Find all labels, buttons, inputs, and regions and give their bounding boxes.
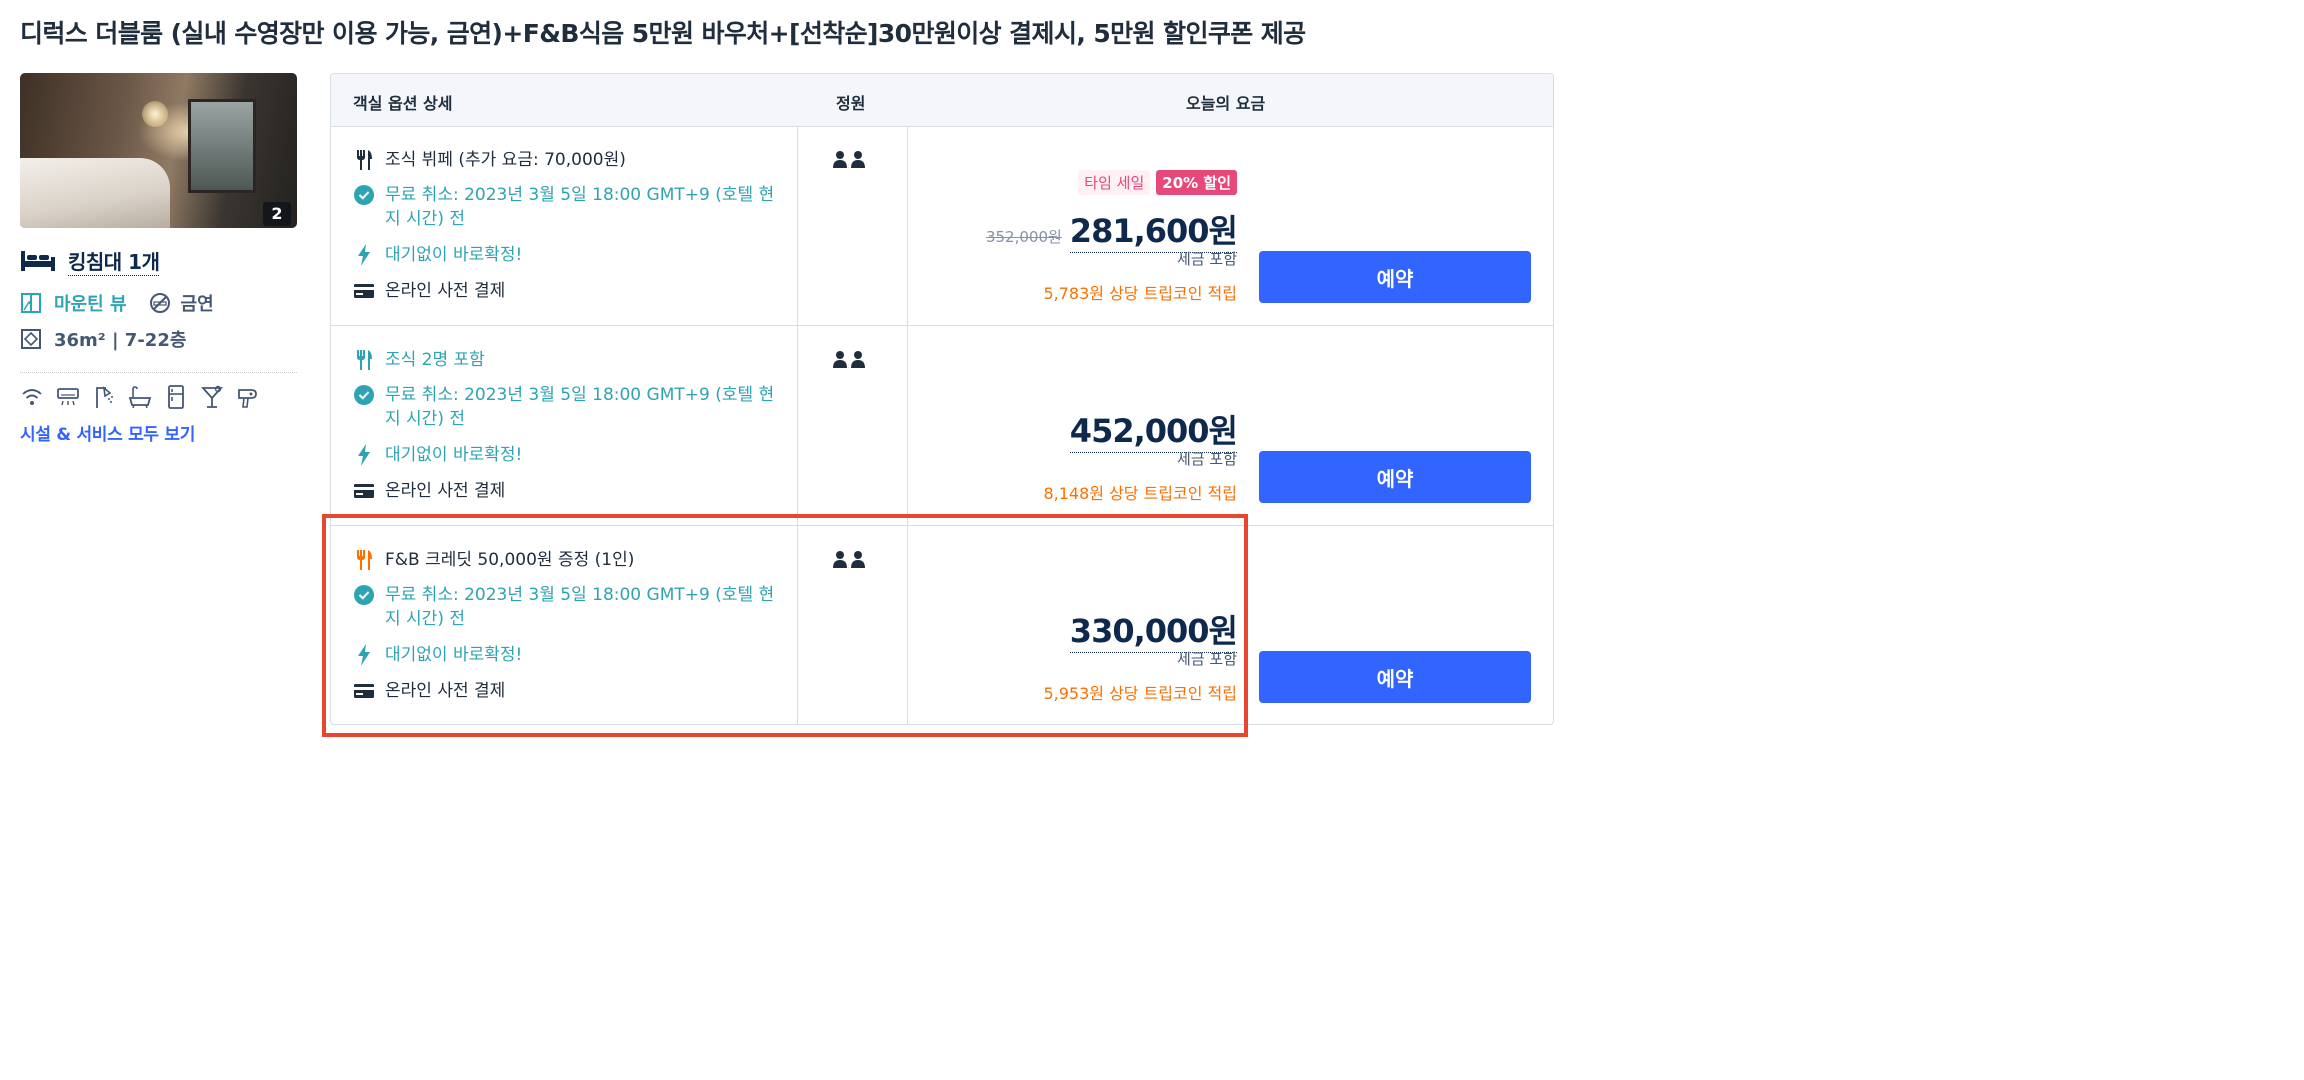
fridge-icon	[168, 385, 184, 409]
hairdryer-icon	[238, 389, 257, 408]
person-icon	[833, 351, 847, 368]
cancellation-policy[interactable]: 무료 취소: 2023년 3월 5일 18:00 GMT+9 (호텔 현지 시간…	[385, 583, 775, 631]
time-sale-tag: 타임 세일	[1078, 170, 1151, 195]
instant-confirm: 대기없이 바로확정!	[385, 645, 523, 665]
meal-option: F&B 크레딧 50,000원 증정 (1인)	[385, 550, 635, 570]
person-icon	[833, 151, 847, 168]
instant-confirm: 대기없이 바로확정!	[385, 445, 523, 465]
minibar-icon	[200, 385, 224, 408]
person-icon	[833, 551, 847, 568]
header-price: 오늘의 요금	[1186, 94, 1266, 113]
amenity-icons	[20, 384, 260, 410]
no-smoking-icon	[149, 293, 170, 313]
rate-table: 객실 옵션 상세 정원 오늘의 요금 조식 뷔페 (추가 요금: 70,000원…	[330, 73, 1554, 725]
shower-icon	[96, 386, 113, 408]
header-options: 객실 옵션 상세	[353, 94, 453, 113]
meal-option: 조식 2명 포함	[385, 350, 485, 370]
tax-note: 세금 포함	[1177, 250, 1237, 268]
bed-type-link[interactable]: 킹침대 1개	[68, 246, 160, 276]
check-circle-icon	[354, 585, 374, 605]
room-photo[interactable]: 2	[20, 73, 297, 228]
smoking-label: 금연	[180, 294, 214, 315]
check-circle-icon	[354, 185, 374, 205]
price[interactable]: 281,600원	[1069, 206, 1238, 253]
cancellation-policy[interactable]: 무료 취소: 2023년 3월 5일 18:00 GMT+9 (호텔 현지 시간…	[385, 183, 775, 231]
capacity-2	[833, 350, 865, 368]
original-price: 352,000원	[985, 228, 1062, 246]
person-icon	[851, 351, 865, 368]
bed-info: 킹침대 1개	[20, 246, 160, 276]
ac-icon	[57, 388, 79, 406]
lightning-icon	[358, 644, 370, 666]
book-button[interactable]: 예약	[1259, 651, 1531, 703]
divider	[20, 372, 297, 373]
card-icon	[354, 284, 374, 298]
cancellation-policy[interactable]: 무료 취소: 2023년 3월 5일 18:00 GMT+9 (호텔 현지 시간…	[385, 383, 775, 431]
trip-coins: 8,148원 상당 트립코인 적립	[1043, 484, 1237, 503]
rate-row: 조식 뷔페 (추가 요금: 70,000원) 무료 취소: 2023년 3월 5…	[331, 126, 1553, 326]
all-facilities-link[interactable]: 시설 & 서비스 모두 보기	[20, 420, 195, 445]
check-circle-icon	[354, 385, 374, 405]
wifi-icon	[22, 389, 42, 405]
bathtub-icon	[128, 386, 152, 409]
book-button[interactable]: 예약	[1259, 451, 1531, 503]
photo-count-badge: 2	[263, 202, 291, 226]
discount-tag: 20% 할인	[1156, 170, 1237, 195]
table-header: 객실 옵션 상세 정원 오늘의 요금	[331, 74, 1553, 127]
card-icon	[354, 484, 374, 498]
person-icon	[851, 551, 865, 568]
utensils-icon	[357, 550, 372, 570]
lightning-icon	[358, 244, 370, 266]
meal-option: 조식 뷔페 (추가 요금: 70,000원)	[385, 150, 626, 170]
rate-row: F&B 크레딧 50,000원 증정 (1인) 무료 취소: 2023년 3월 …	[331, 526, 1553, 724]
tax-note: 세금 포함	[1177, 650, 1237, 668]
lightning-icon	[358, 444, 370, 466]
payment-type: 온라인 사전 결제	[385, 481, 506, 501]
capacity-2	[833, 550, 865, 568]
instant-confirm: 대기없이 바로확정!	[385, 245, 523, 265]
room-title: 디럭스 더블룸 (실내 수영장만 이용 가능, 금연)+F&B식음 5만원 바우…	[20, 19, 1306, 48]
price[interactable]: 452,000원	[1069, 406, 1238, 453]
utensils-icon	[357, 150, 372, 170]
payment-type: 온라인 사전 결제	[385, 281, 506, 301]
rate-row: 조식 2명 포함 무료 취소: 2023년 3월 5일 18:00 GMT+9 …	[331, 326, 1553, 526]
price[interactable]: 330,000원	[1069, 606, 1238, 653]
capacity-2	[833, 150, 865, 168]
window-icon	[21, 293, 41, 313]
payment-type: 온라인 사전 결제	[385, 681, 506, 701]
view-label: 마운틴 뷰	[54, 294, 127, 315]
tax-note: 세금 포함	[1177, 450, 1237, 468]
card-icon	[354, 684, 374, 698]
bed-icon	[21, 251, 55, 271]
room-size: 36m² | 7-22층	[54, 330, 187, 351]
person-icon	[851, 151, 865, 168]
book-button[interactable]: 예약	[1259, 251, 1531, 303]
header-capacity: 정원	[836, 94, 866, 113]
utensils-icon	[357, 350, 372, 370]
trip-coins: 5,953원 상당 트립코인 적립	[1043, 684, 1237, 703]
room-size-icon	[21, 329, 41, 349]
trip-coins: 5,783원 상당 트립코인 적립	[1043, 284, 1237, 303]
